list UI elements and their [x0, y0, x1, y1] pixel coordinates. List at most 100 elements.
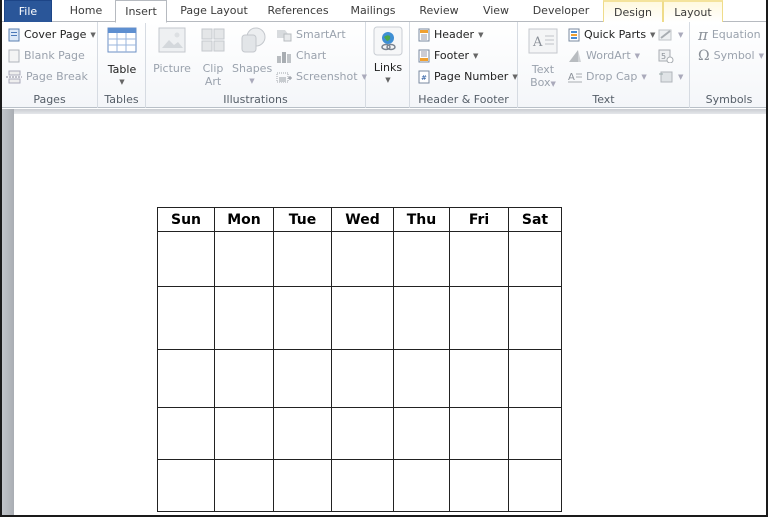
footer-button[interactable]: Footer ▼	[418, 46, 478, 66]
day-header-fri[interactable]: Fri	[449, 207, 509, 232]
calendar-day-cell[interactable]	[331, 407, 394, 460]
smartart-button[interactable]: SmartArt	[276, 25, 346, 45]
cover-page-button[interactable]: Cover Page ▼	[8, 25, 96, 45]
tab-mailings[interactable]: Mailings	[345, 0, 401, 22]
calendar-table[interactable]: Sun Mon Tue Wed Thu Fri Sat	[157, 207, 562, 512]
calendar-day-cell[interactable]	[331, 286, 394, 350]
calendar-day-cell[interactable]	[273, 349, 332, 408]
calendar-day-cell[interactable]	[214, 231, 274, 287]
page-break-button[interactable]: Page Break	[6, 67, 88, 87]
calendar-day-cell[interactable]	[508, 231, 562, 287]
calendar-day-cell[interactable]	[393, 407, 450, 460]
calendar-day-cell[interactable]	[273, 286, 332, 350]
symbol-button[interactable]: Ω Symbol ▼	[698, 46, 764, 66]
calendar-day-cell[interactable]	[449, 286, 509, 350]
picture-button[interactable]: Picture	[150, 26, 194, 75]
tab-design[interactable]: Design	[603, 0, 663, 22]
group-header-footer: Header ▼ Footer ▼ # Page Number ▼ Header & …	[410, 22, 518, 108]
calendar-day-cell[interactable]	[449, 459, 509, 512]
day-header-mon[interactable]: Mon	[214, 207, 274, 232]
smartart-icon	[277, 30, 292, 42]
calendar-day-cell[interactable]	[331, 231, 394, 287]
page-number-icon: #	[418, 70, 430, 84]
clip-art-label-1: Clip	[202, 62, 224, 75]
text-box-label-2: Box▼	[526, 76, 560, 91]
text-box-button[interactable]: A Text Box▼	[526, 28, 560, 91]
calendar-day-cell[interactable]	[157, 286, 215, 350]
group-label-pages: Pages	[33, 93, 66, 106]
calendar-day-cell[interactable]	[331, 349, 394, 408]
calendar-day-cell[interactable]	[508, 349, 562, 408]
calendar-day-cell[interactable]	[157, 231, 215, 287]
tab-page-layout[interactable]: Page Layout	[176, 0, 252, 22]
calendar-day-cell[interactable]	[449, 349, 509, 408]
screenshot-button[interactable]: Screenshot ▼	[276, 67, 367, 87]
day-header-thu[interactable]: Thu	[393, 207, 450, 232]
calendar-day-cell[interactable]	[214, 407, 274, 460]
signature-line-button[interactable]: ▼	[658, 25, 683, 45]
calendar-day-cell[interactable]	[273, 407, 332, 460]
calendar-day-cell[interactable]	[393, 459, 450, 512]
blank-page-button[interactable]: Blank Page	[8, 46, 85, 66]
calendar-day-cell[interactable]	[508, 459, 562, 512]
calendar-day-cell[interactable]	[214, 349, 274, 408]
calendar-day-cell[interactable]	[393, 231, 450, 287]
calendar-day-cell[interactable]	[508, 407, 562, 460]
tab-view[interactable]: View	[476, 0, 516, 22]
tab-review[interactable]: Review	[414, 0, 464, 22]
header-button[interactable]: Header ▼	[418, 25, 483, 45]
calendar-day-cell[interactable]	[508, 286, 562, 350]
calendar-day-cell[interactable]	[157, 407, 215, 460]
day-header-wed[interactable]: Wed	[331, 207, 394, 232]
equation-button[interactable]: π Equation	[698, 25, 761, 45]
tab-insert[interactable]: Insert	[115, 0, 167, 23]
quick-parts-icon	[568, 28, 580, 42]
window-border-left	[0, 0, 2, 517]
calendar-day-cell[interactable]	[157, 349, 215, 408]
chevron-down-icon: ▼	[678, 31, 684, 39]
object-button[interactable]: ▼	[658, 67, 683, 87]
calendar-day-cell[interactable]	[393, 286, 450, 350]
chart-button[interactable]: Chart	[276, 46, 326, 66]
date-time-icon: 5	[658, 49, 674, 63]
calendar-day-cell[interactable]	[214, 286, 274, 350]
group-label-header-footer: Header & Footer	[418, 93, 509, 106]
calendar-day-cell[interactable]	[214, 459, 274, 512]
page-number-button[interactable]: # Page Number ▼	[418, 67, 518, 87]
symbol-icon: Ω	[698, 48, 710, 64]
object-icon	[659, 71, 673, 83]
tab-developer[interactable]: Developer	[528, 0, 594, 22]
quick-parts-button[interactable]: Quick Parts ▼	[568, 25, 655, 45]
date-time-button[interactable]: 5	[658, 46, 674, 66]
links-icon	[373, 26, 403, 56]
calendar-day-cell[interactable]	[449, 231, 509, 287]
day-header-sat[interactable]: Sat	[508, 207, 562, 232]
calendar-day-cell[interactable]	[393, 349, 450, 408]
calendar-day-cell[interactable]	[273, 459, 332, 512]
shapes-button[interactable]: Shapes ▼	[232, 26, 272, 88]
group-label-tables: Tables	[104, 93, 139, 106]
clip-art-button[interactable]: Clip Art	[196, 26, 230, 88]
clip-art-label-2: Art	[204, 75, 222, 88]
chart-icon	[277, 52, 291, 63]
document-left-gutter	[2, 109, 14, 517]
tab-home[interactable]: Home	[62, 0, 110, 22]
group-illustrations: Picture Clip Art Shapes ▼ SmartArt Chart…	[146, 22, 367, 108]
text-box-label-1: Text	[531, 63, 555, 76]
group-links: Links ▼	[366, 22, 410, 108]
day-header-sun[interactable]: Sun	[157, 207, 215, 232]
table-button[interactable]: Table ▼	[104, 26, 140, 89]
drop-cap-button[interactable]: A Drop Cap ▼	[568, 67, 647, 87]
tab-references[interactable]: References	[263, 0, 333, 22]
calendar-week-row	[157, 349, 562, 408]
chevron-down-icon: ▼	[650, 31, 656, 39]
wordart-button[interactable]: WordArt ▼	[568, 46, 640, 66]
calendar-day-cell[interactable]	[157, 459, 215, 512]
tab-layout[interactable]: Layout	[663, 0, 723, 22]
day-header-tue[interactable]: Tue	[273, 207, 332, 232]
tab-file[interactable]: File	[4, 0, 52, 22]
calendar-day-cell[interactable]	[449, 407, 509, 460]
calendar-day-cell[interactable]	[331, 459, 394, 512]
calendar-day-cell[interactable]	[273, 231, 332, 287]
links-button[interactable]: Links ▼	[371, 26, 405, 87]
